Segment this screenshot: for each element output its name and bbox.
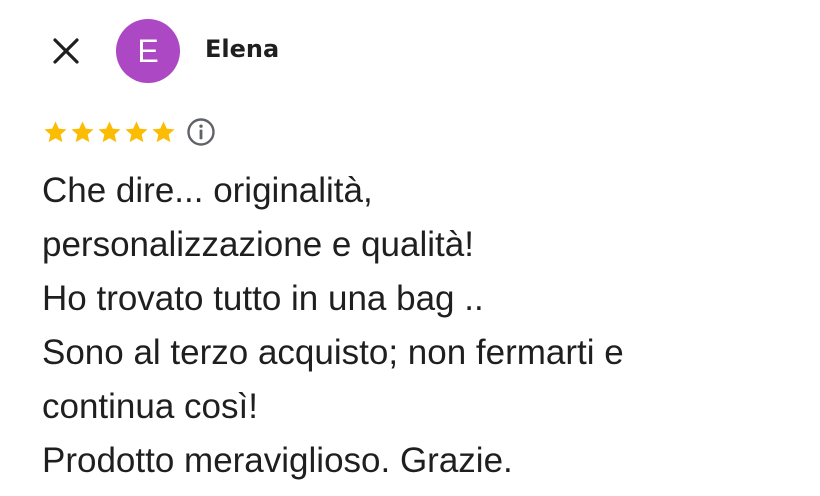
info-icon[interactable] <box>186 117 216 147</box>
author-name[interactable]: Elena <box>205 33 279 65</box>
review-text-line: Sono al terzo acquisto; non fermarti e <box>42 333 624 372</box>
rating-row <box>42 116 216 148</box>
review-text-line: personalizzazione e qualità! <box>42 225 474 264</box>
star-rating <box>42 119 177 146</box>
review-text: Che dire... originalità, personalizzazion… <box>42 164 802 488</box>
avatar-initial: E <box>137 32 159 69</box>
review-text-line: Che dire... originalità, <box>42 171 373 210</box>
review-text-line: continua così! <box>42 387 258 426</box>
star-icon <box>71 120 94 142</box>
close-button[interactable] <box>44 29 88 73</box>
avatar[interactable]: E <box>116 19 180 83</box>
close-icon <box>53 38 79 64</box>
review-header: E Elena <box>0 0 820 100</box>
star-icon <box>152 120 175 142</box>
star-icon <box>44 120 67 142</box>
review-text-line: Prodotto meraviglioso. Grazie. <box>42 441 513 480</box>
review-text-line: Ho trovato tutto in una bag .. <box>42 279 484 318</box>
star-icon <box>125 120 148 142</box>
star-icon <box>98 120 121 142</box>
